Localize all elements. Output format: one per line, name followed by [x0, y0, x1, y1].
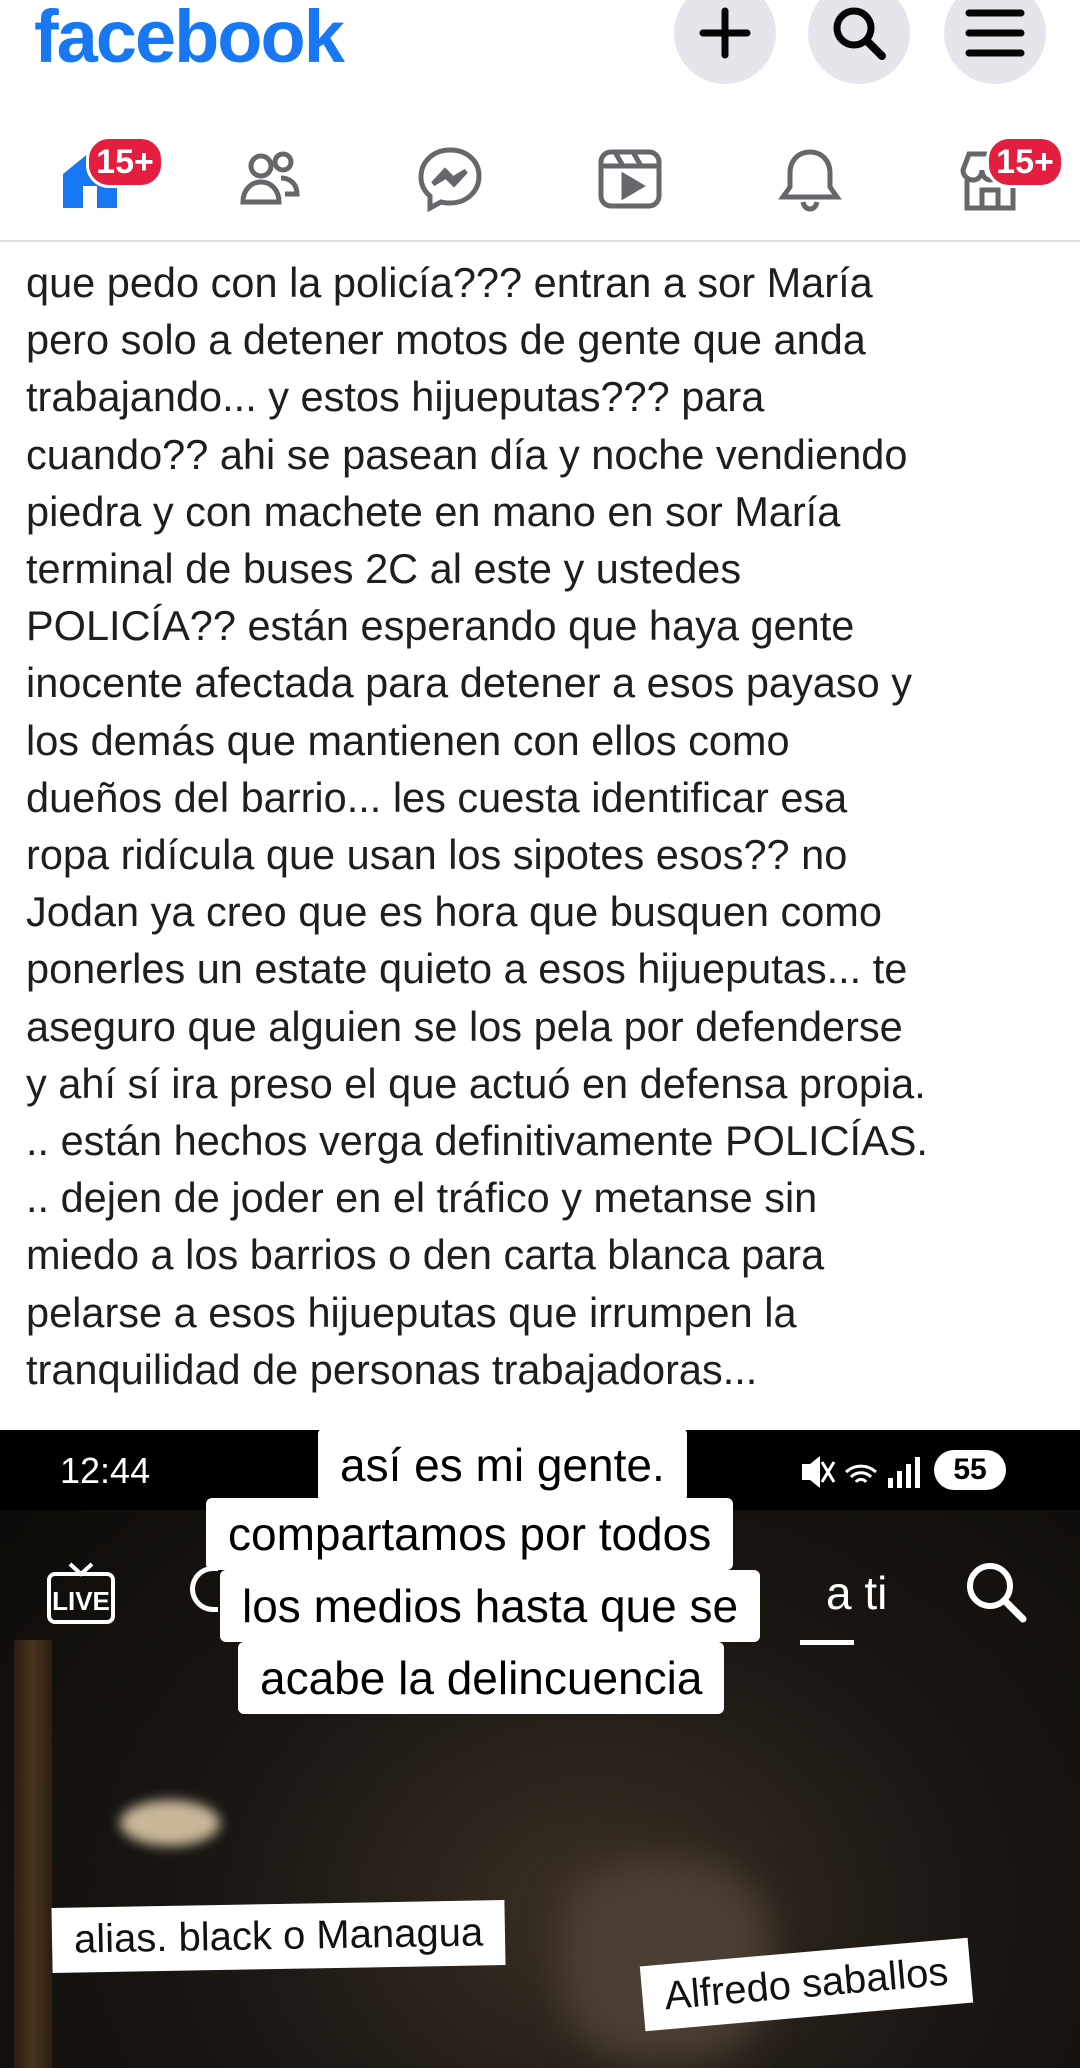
post-text-line: pero solo a detener motos de gente que a…	[26, 316, 866, 364]
tab-video[interactable]	[580, 134, 680, 224]
post-text-line: aseguro que alguien se los pela por defe…	[26, 1002, 903, 1050]
tab-friends[interactable]	[220, 134, 320, 224]
scene-light	[120, 1800, 220, 1846]
search-icon	[833, 7, 886, 60]
tab-partial-left	[190, 1566, 218, 1612]
tab-messenger[interactable]	[400, 134, 500, 224]
facebook-logo[interactable]: facebook	[34, 0, 345, 79]
tab-navigation: 15+ 15+	[0, 110, 1080, 242]
app-header: facebook	[0, 0, 1080, 100]
post-text-line: terminal de buses 2C al este y ustedes	[26, 545, 742, 593]
marketplace-notification-badge: 15+	[986, 136, 1064, 188]
post-text-line: piedra y con machete en mano en sor Marí…	[26, 487, 841, 535]
post-text-line: miedo a los barrios o den carta blanca p…	[26, 1231, 825, 1279]
embedded-search-button[interactable]	[960, 1556, 1030, 1631]
post-text-line: inocente afectada para detener a esos pa…	[26, 659, 912, 707]
tab-home[interactable]: 15+	[40, 134, 164, 224]
plus-icon	[699, 7, 751, 59]
messenger-icon	[418, 147, 482, 213]
post-text-line: trabajando... y estos hijueputas??? para	[26, 373, 765, 421]
post-text-line: dueños del barrio... les cuesta identifi…	[26, 773, 848, 821]
live-button[interactable]: LIVE	[46, 1560, 116, 1626]
post-text-line: pelarse a esos hijueputas que irrumpen l…	[26, 1288, 797, 1336]
hamburger-menu-icon	[965, 9, 1025, 57]
home-notification-badge: 15+	[86, 136, 164, 188]
post-text-line: POLICÍA?? están esperando que haya gente	[26, 602, 855, 650]
post-text-line: y ahí sí ira preso el que actuó en defen…	[26, 1059, 926, 1107]
menu-button[interactable]	[944, 0, 1046, 84]
post-text-line: tranquilidad de personas trabajadoras...	[26, 1345, 758, 1393]
tab-partial-label[interactable]: a ti	[826, 1566, 887, 1620]
tab-marketplace[interactable]: 15+	[940, 134, 1064, 224]
post-text-line: ponerles un estate quieto a esos hijuepu…	[26, 945, 908, 993]
post-text-line: .. están hechos verga definitivamente PO…	[26, 1117, 928, 1165]
search-button[interactable]	[808, 0, 910, 84]
wooden-pole	[14, 1640, 52, 2068]
tab-notifications[interactable]	[760, 134, 860, 224]
post-text-line: ropa ridícula que usan los sipotes esos?…	[26, 831, 848, 879]
search-icon	[967, 1563, 1027, 1623]
bell-icon	[778, 149, 842, 212]
post-text-line: Jodan ya creo que es hora que busquen co…	[26, 888, 882, 936]
status-time: 12:44	[60, 1450, 151, 1491]
caption-line: los medios hasta que se	[220, 1570, 761, 1642]
post-body-text: que pedo con la policía??? entran a sor …	[26, 254, 1066, 1398]
post-text-line: .. dejen de joder en el tráfico y metans…	[26, 1174, 818, 1222]
friends-icon	[240, 151, 300, 205]
status-icons	[802, 1456, 920, 1488]
post-text-line: que pedo con la policía??? entran a sor …	[26, 259, 873, 306]
live-label: LIVE	[52, 1586, 110, 1616]
post-text-line: cuando?? ahi se pasean día y noche vendi…	[26, 430, 908, 478]
post-video[interactable]: 12:44 55 LIVE a ti así es mi gente. comp…	[0, 1430, 1080, 2068]
tab-underline	[800, 1640, 854, 1645]
video-icon	[598, 149, 662, 209]
caption-line: compartamos por todos	[206, 1498, 734, 1570]
caption-line: acabe la delincuencia	[238, 1642, 725, 1714]
battery-indicator: 55	[934, 1450, 1006, 1490]
caption-line: así es mi gente.	[318, 1430, 687, 1502]
name-tag-1: alias. black o Managua	[51, 1900, 506, 1973]
post-text-line: los demás que mantienen con ellos como	[26, 716, 790, 764]
create-button[interactable]	[674, 0, 776, 84]
